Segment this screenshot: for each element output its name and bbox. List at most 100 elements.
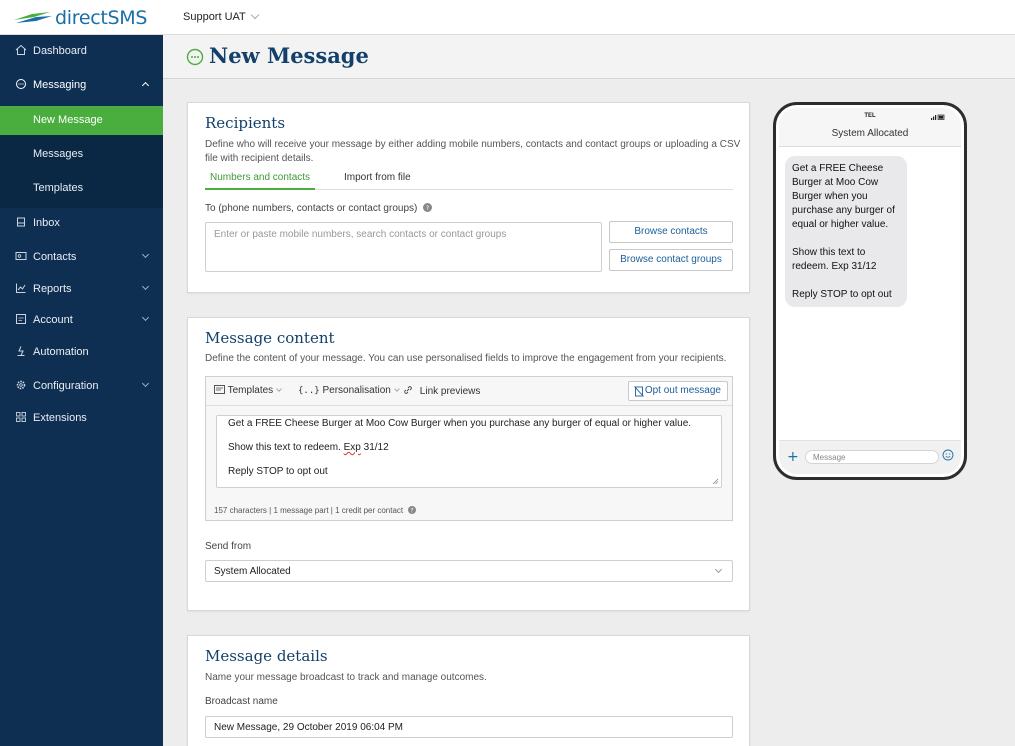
opt-out-message-button[interactable]: Opt out message [628, 381, 728, 401]
character-count: 157 characters | 1 message part | 1 cred… [214, 506, 404, 515]
account-switcher[interactable]: Support UAT [183, 10, 260, 23]
recipient-tabs: Numbers and contacts Import from file [205, 169, 733, 190]
bubble-line: Burger when you [792, 191, 868, 202]
help-icon[interactable]: ? [408, 506, 417, 514]
link-previews-button[interactable]: Link previews [403, 385, 480, 397]
message-line-2: Show this text to redeem. Exp 31/12 [228, 442, 389, 453]
sidebar-item-account[interactable]: Account [0, 305, 163, 335]
plus-icon: + [787, 449, 799, 465]
battery-signal-icon [931, 114, 945, 120]
inbox-icon [17, 217, 25, 227]
message-textarea[interactable]: Get a FREE Cheese Burger at Moo Cow Burg… [216, 415, 722, 488]
sidebar-item-new-message[interactable]: New Message [0, 106, 163, 135]
link-previews-label: Link previews [419, 386, 481, 397]
bubble-line: Reply STOP to opt out [792, 289, 892, 300]
gear-icon [16, 380, 26, 390]
personalisation-dropdown[interactable]: {..} Personalisation [298, 385, 400, 396]
message-details-title: Message details [205, 647, 328, 665]
message-line-3: Reply STOP to opt out [228, 466, 328, 477]
message-bubble: Get a FREE Cheese Burger at Moo Cow Burg… [785, 156, 907, 307]
message-editor: Templates {..} Personalisation Link prev… [205, 376, 733, 521]
templates-label: Templates [227, 385, 274, 396]
bubble-line: Burger at Moo Cow [792, 177, 879, 188]
phone-sender-name: System Allocated [831, 128, 909, 139]
send-from-select[interactable]: System Allocated [205, 560, 733, 582]
broadcast-name-input[interactable]: New Message, 29 October 2019 06:04 PM [205, 716, 733, 738]
message-content-description: Define the content of your message. You … [205, 353, 727, 364]
tab-numbers-and-contacts[interactable]: Numbers and contacts [205, 172, 316, 190]
sidebar-item-configuration[interactable]: Configuration [0, 371, 163, 401]
message-details-description: Name your message broadcast to track and… [205, 672, 487, 683]
grid-icon [16, 412, 26, 422]
sidebar-item-templates[interactable]: Templates [0, 174, 163, 203]
chevron-down-icon [141, 250, 150, 259]
template-icon [214, 385, 225, 394]
send-from-label: Send from [205, 541, 252, 552]
message-details-card: Message details Name your message broadc… [187, 635, 750, 746]
phone-input-bar: + Message [779, 440, 961, 474]
character-count-row: 157 characters | 1 message part | 1 cred… [214, 506, 417, 515]
opt-out-label: Opt out message [644, 385, 721, 396]
sidebar: Dashboard Messaging New Message Messages… [0, 35, 163, 746]
sidebar-item-label: Messages [33, 148, 84, 160]
sidebar-item-contacts[interactable]: Contacts [0, 242, 163, 272]
bubble-line: equal or higher value. [792, 219, 889, 230]
chevron-up-icon [141, 81, 150, 90]
svg-text:?: ? [426, 204, 429, 212]
sidebar-item-extensions[interactable]: Extensions [0, 403, 163, 433]
help-icon[interactable]: ? [423, 203, 433, 212]
sidebar-item-label: Dashboard [33, 45, 87, 57]
chevron-down-icon [250, 10, 260, 20]
recipients-description-line2: file with recipient details. [205, 153, 314, 164]
sidebar-item-label: Messaging [33, 79, 87, 91]
message-line-1: Get a FREE Cheese Burger at Moo Cow Burg… [228, 418, 692, 429]
sidebar-item-messages[interactable]: Messages [0, 140, 163, 169]
message-line-2-prefix: Show this text to redeem. [228, 442, 344, 453]
chevron-down-icon [394, 386, 400, 392]
sidebar-item-label: Extensions [33, 412, 87, 424]
message-content-title: Message content [205, 329, 335, 347]
sidebar-item-messaging[interactable]: Messaging [0, 70, 163, 100]
message-content-card: Message content Define the content of yo… [187, 317, 750, 611]
sidebar-item-dashboard[interactable]: Dashboard [0, 36, 163, 66]
browse-contacts-button[interactable]: Browse contacts [609, 221, 733, 243]
account-name: Support UAT [183, 11, 246, 23]
to-label-row: To (phone numbers, contacts or contact g… [205, 203, 433, 214]
recipients-description-line1: Define who will receive your message by … [205, 139, 741, 150]
chat-bubble-icon [186, 48, 204, 66]
sidebar-item-label: New Message [33, 114, 103, 126]
phone-message-input: Message [805, 450, 939, 464]
phone-screen: TEL System Allocated Get a FREE Cheese B… [779, 108, 961, 474]
chevron-down-icon [141, 282, 150, 291]
sidebar-item-inbox[interactable]: Inbox [0, 208, 163, 238]
recipients-card: Recipients Define who will receive your … [187, 102, 750, 293]
line-chart-icon [16, 283, 26, 293]
sidebar-item-reports[interactable]: Reports [0, 274, 163, 304]
broadcast-name-label: Broadcast name [205, 696, 278, 707]
browse-contact-groups-button[interactable]: Browse contact groups [609, 249, 733, 271]
brand-logo[interactable]: directSMS [12, 6, 152, 30]
bubble-line: Show this text to [792, 247, 866, 258]
no-message-icon [634, 386, 644, 397]
brand-name: directSMS [55, 7, 148, 29]
bubble-line: Get a FREE Cheese [792, 163, 884, 174]
sidebar-item-label: Reports [33, 283, 72, 295]
sidebar-item-label: Contacts [33, 251, 77, 263]
page-header: New Message [163, 35, 1015, 79]
tab-import-from-file[interactable]: Import from file [344, 172, 411, 190]
phone-preview: TEL System Allocated Get a FREE Cheese B… [773, 102, 967, 480]
sidebar-item-automation[interactable]: Automation [0, 337, 163, 367]
bubble-line: redeem. Exp 31/12 [792, 261, 877, 272]
templates-dropdown[interactable]: Templates [214, 385, 283, 396]
recipients-input[interactable]: Enter or paste mobile numbers, search co… [205, 222, 602, 272]
sidebar-item-label: Automation [33, 346, 89, 358]
chevron-down-icon [141, 313, 150, 322]
svg-text:?: ? [411, 507, 414, 514]
logo-swoosh-icon [14, 12, 52, 23]
link-icon [404, 386, 412, 394]
editor-toolbar: Templates {..} Personalisation Link prev… [206, 377, 732, 406]
chevron-down-icon [276, 386, 283, 392]
emoji-icon [942, 449, 954, 461]
home-icon [15, 44, 27, 55]
resize-handle-icon[interactable] [712, 478, 719, 485]
